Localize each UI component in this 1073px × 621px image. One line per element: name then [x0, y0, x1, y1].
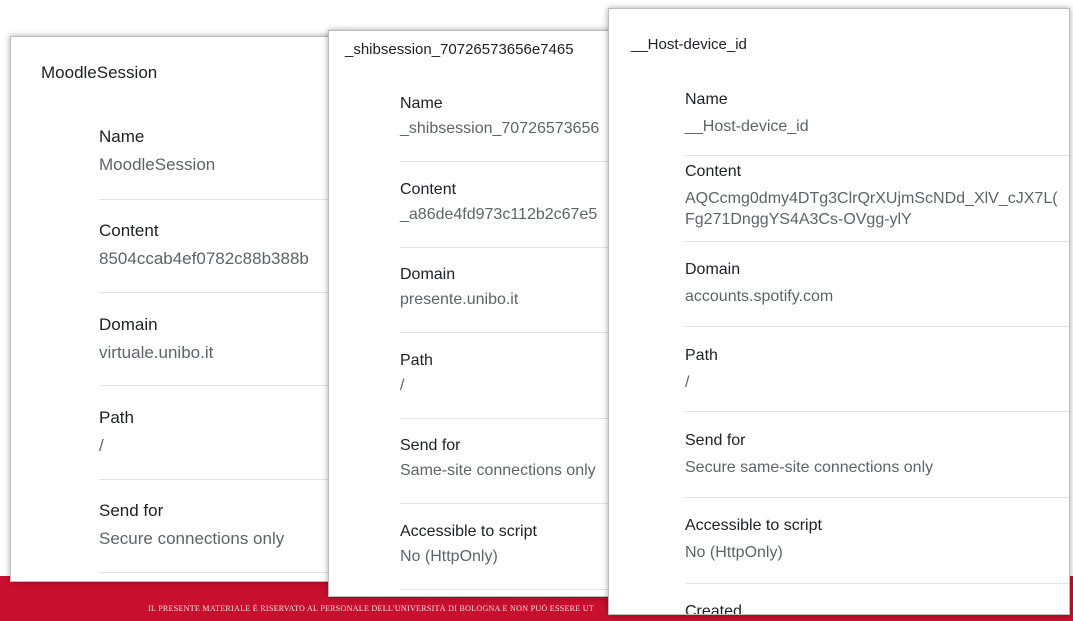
panel-title: __Host-device_id: [631, 36, 747, 53]
field-path: Path /: [400, 352, 433, 395]
field-label: Created: [685, 603, 742, 615]
field-label: Accessible to script: [685, 517, 822, 534]
divider: [400, 332, 627, 333]
field-domain: Domain accounts.spotify.com: [685, 261, 833, 307]
field-content: Content AQCcmg0dmy4DTg3ClrQrXUjmScNDd_Xl…: [685, 163, 1058, 230]
cookie-panel-shibsession: _shibsession_70726573656e7465 Name _shib…: [328, 30, 628, 597]
field-value: 8504ccab4ef0782c88b388b: [99, 249, 309, 268]
field-label: Content: [685, 163, 742, 180]
field-value: Secure same-site connections only: [685, 459, 934, 476]
divider: [685, 583, 1069, 584]
field-accessible-to-script: Accessible to script No (HttpOnly): [685, 517, 822, 563]
field-created: Created: [685, 603, 742, 615]
field-value: accounts.spotify.com: [685, 288, 834, 305]
divider: [99, 199, 349, 200]
divider: [685, 155, 1069, 156]
field-path: Path /: [685, 347, 718, 393]
divider: [400, 161, 627, 162]
field-domain: Domain presente.unibo.it: [400, 266, 518, 309]
field-value: Secure connections only: [99, 529, 285, 548]
field-value: _a86de4fd973c112b2c67e5: [400, 206, 598, 223]
panel-title: _shibsession_70726573656e7465: [345, 41, 574, 58]
field-name: Name MoodleSession: [99, 127, 215, 175]
field-value: /: [99, 436, 104, 455]
field-value: /: [400, 377, 405, 394]
divider: [99, 385, 349, 386]
field-label: Content: [99, 221, 159, 240]
field-value: AQCcmg0dmy4DTg3ClrQrXUjmScNDd_XlV_cJX7L(: [685, 190, 1058, 207]
panel-title: MoodleSession: [41, 63, 158, 82]
field-name: Name __Host-device_id: [685, 91, 809, 137]
field-label: Send for: [685, 432, 746, 449]
divider: [400, 503, 627, 504]
field-value: presente.unibo.it: [400, 291, 519, 308]
divider: [685, 241, 1069, 242]
divider: [400, 247, 627, 248]
field-value: _shibsession_70726573656: [400, 120, 600, 137]
field-value-continued: Fg271DnggYS4A3Cs-OVgg-ylY: [685, 211, 912, 228]
field-value: No (HttpOnly): [400, 548, 498, 565]
field-domain: Domain virtuale.unibo.it: [99, 315, 213, 363]
field-value: No (HttpOnly): [685, 544, 783, 561]
field-value: __Host-device_id: [685, 118, 809, 135]
divider: [99, 479, 349, 480]
field-label: Accessible to script: [400, 523, 537, 540]
divider: [685, 326, 1069, 327]
divider: [685, 411, 1069, 412]
field-path: Path /: [99, 408, 134, 456]
field-label: Domain: [685, 261, 741, 278]
field-accessible-to-script: Accessible to script No (HttpOnly): [400, 523, 537, 566]
cookie-panel-moodlesession: MoodleSession Name MoodleSession Content…: [10, 36, 350, 582]
field-value: /: [685, 374, 690, 391]
field-label: Path: [400, 352, 433, 369]
divider: [685, 497, 1069, 498]
field-label: Domain: [99, 315, 158, 334]
divider: [400, 589, 627, 590]
divider: [99, 572, 349, 573]
field-content: Content 8504ccab4ef0782c88b388b: [99, 221, 309, 269]
field-label: Send for: [99, 501, 164, 520]
field-label: Name: [99, 127, 145, 146]
field-label: Domain: [400, 266, 456, 283]
divider: [99, 292, 349, 293]
field-label: Name: [400, 95, 443, 112]
divider: [400, 418, 627, 419]
field-send-for: Send for Same-site connections only: [400, 437, 596, 480]
footer-disclaimer: IL PRESENTE MATERIALE È RISERVATO AL PER…: [148, 604, 595, 613]
field-value: MoodleSession: [99, 155, 216, 174]
field-label: Name: [685, 91, 728, 108]
field-label: Content: [400, 181, 457, 198]
field-name: Name _shibsession_70726573656: [400, 95, 599, 138]
cookie-panel-host-device-id: __Host-device_id Name __Host-device_id C…: [608, 8, 1070, 615]
field-content: Content _a86de4fd973c112b2c67e5: [400, 181, 597, 224]
field-value: Same-site connections only: [400, 462, 596, 479]
field-value: virtuale.unibo.it: [99, 343, 214, 362]
field-label: Path: [99, 408, 134, 427]
field-send-for: Send for Secure same-site connections on…: [685, 432, 933, 478]
field-send-for: Send for Secure connections only: [99, 501, 284, 549]
field-label: Send for: [400, 437, 461, 454]
field-label: Path: [685, 347, 718, 364]
